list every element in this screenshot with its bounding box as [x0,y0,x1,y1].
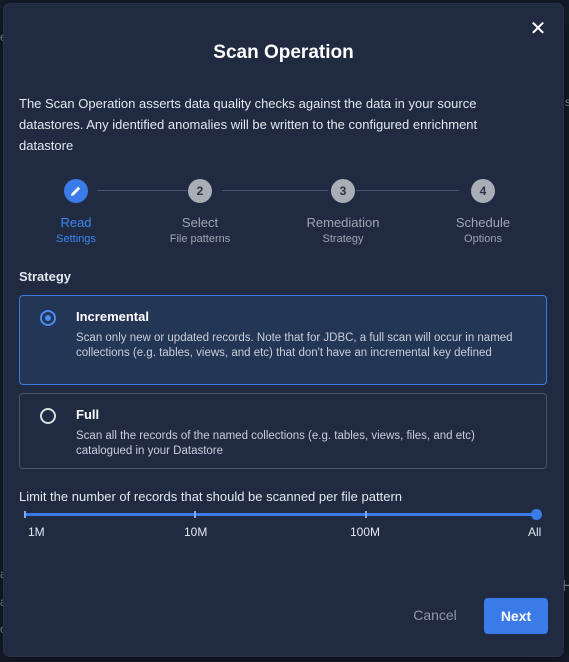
step-title: Read [60,215,92,230]
step-4-label: Schedule Options [418,215,548,247]
step-1-label: Read Settings [11,215,141,247]
full-radio[interactable] [40,408,56,424]
step-subtitle: Settings [56,233,96,245]
slider-tick [365,511,367,518]
strategy-label: Strategy [19,269,72,284]
record-limit-slider[interactable] [24,513,536,516]
step-title: Schedule [455,215,511,230]
step-connector [222,190,328,191]
slider-mark-label: 10M [184,525,208,539]
step-3-indicator[interactable]: 3 [331,179,355,203]
dialog-title: Scan Operation [213,42,354,63]
step-2-label: Select File patterns [135,215,265,247]
step-2-indicator[interactable]: 2 [188,179,212,203]
strategy-option-full[interactable]: Full Scan all the records of the named c… [19,393,547,469]
step-title: Remediation [306,215,380,230]
step-1-pencil-icon[interactable] [64,179,88,203]
incremental-radio[interactable] [40,310,56,326]
pencil-icon [71,186,81,196]
slider-mark-label: All [528,525,542,539]
scan-operation-dialog: ✕ Scan Operation The Scan Operation asse… [4,4,563,656]
step-subtitle: Strategy [322,233,364,245]
slider-thumb[interactable] [531,509,542,520]
step-connector [356,190,459,191]
record-limit-label: Limit the number of records that should … [19,489,402,504]
dialog-description: The Scan Operation asserts data quality … [19,96,478,153]
option-title: Full [76,407,100,422]
cancel-button[interactable]: Cancel [404,598,466,632]
option-description: Scan all the records of the named collec… [76,430,475,457]
slider-mark-label: 100M [350,525,381,539]
step-3-label: Remediation Strategy [278,215,408,247]
next-button[interactable]: Next [484,598,548,634]
slider-tick [24,511,26,518]
step-subtitle: Options [464,233,502,245]
step-subtitle: File patterns [169,233,231,245]
option-description: Scan only new or updated records. Note t… [76,332,513,359]
strategy-option-incremental[interactable]: Incremental Scan only new or updated rec… [19,295,547,385]
slider-mark-label: 1M [28,525,45,539]
step-4-indicator[interactable]: 4 [471,179,495,203]
slider-tick [194,511,196,518]
step-connector [97,190,187,191]
option-title: Incremental [76,309,149,324]
background-text: s [565,95,569,109]
close-icon[interactable]: ✕ [527,18,549,40]
step-title: Select [181,215,219,230]
background-text: H [562,578,569,595]
